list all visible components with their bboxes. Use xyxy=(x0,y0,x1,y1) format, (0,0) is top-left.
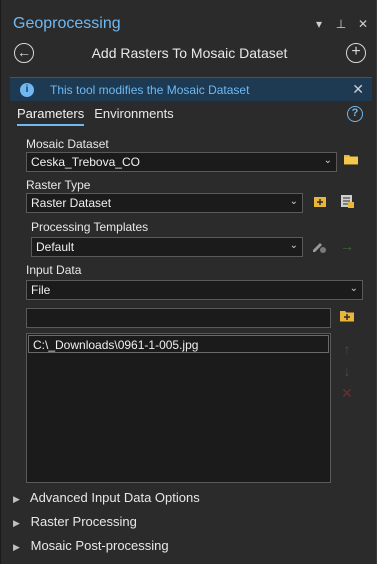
expand-arrow-icon: ▶ xyxy=(13,542,20,552)
move-up-icon[interactable]: ↑ xyxy=(338,340,356,358)
raster-type-properties-icon[interactable] xyxy=(311,193,329,211)
info-banner: i This tool modifies the Mosaic Dataset … xyxy=(10,77,372,101)
plus-icon[interactable]: + xyxy=(346,43,366,63)
browse-add-icon[interactable] xyxy=(338,308,356,326)
tab-parameters[interactable]: Parameters xyxy=(17,106,85,126)
raster-type-value: Raster Dataset xyxy=(31,196,112,210)
tab-environments[interactable]: Environments xyxy=(94,106,173,126)
processing-templates-value: Default xyxy=(36,240,75,254)
tool-header: ← Add Rasters To Mosaic Dataset + xyxy=(1,40,377,68)
info-icon: i xyxy=(20,83,34,97)
mosaic-dataset-label: Mosaic Dataset xyxy=(26,137,109,151)
run-arrow-icon: → xyxy=(340,238,354,254)
tool-title: Add Rasters To Mosaic Dataset xyxy=(91,45,288,61)
remove-icon[interactable]: ✕ xyxy=(338,384,356,402)
raster-type-table-icon[interactable] xyxy=(338,193,356,211)
list-item[interactable]: C:\_Downloads\0961-1-005.jpg xyxy=(28,335,329,353)
edit-template-icon[interactable] xyxy=(310,237,328,255)
chevron-down-icon: ⌄ xyxy=(289,196,298,207)
raster-type-dropdown[interactable]: Raster Dataset ⌄ xyxy=(26,193,303,213)
raster-type-label: Raster Type xyxy=(26,178,91,192)
info-text: This tool modifies the Mosaic Dataset xyxy=(50,83,250,97)
chevron-down-icon: ⌄ xyxy=(349,283,358,294)
input-data-dropdown[interactable]: File ⌄ xyxy=(26,280,363,300)
tabs: Parameters Environments xyxy=(17,106,174,126)
expand-arrow-icon: ▶ xyxy=(13,518,20,528)
pane-title: Geoprocessing xyxy=(13,15,121,32)
section-advanced-input[interactable]: ▶ Advanced Input Data Options xyxy=(13,490,200,508)
chevron-down-icon: ⌄ xyxy=(323,155,332,166)
chevron-down-icon: ⌄ xyxy=(289,240,298,251)
input-data-value: File xyxy=(31,283,51,297)
section-label: Raster Processing xyxy=(30,514,137,529)
processing-templates-dropdown[interactable]: Default ⌄ xyxy=(31,237,303,257)
browse-folder-icon[interactable] xyxy=(342,152,360,170)
geoprocessing-pane: Geoprocessing ▾ ⊥ ✕ ← Add Rasters To Mos… xyxy=(0,0,377,564)
pane-controls: ▾ ⊥ ✕ xyxy=(312,16,370,32)
pin-icon[interactable]: ⊥ xyxy=(334,16,348,32)
input-data-list[interactable]: C:\_Downloads\0961-1-005.jpg xyxy=(26,333,331,483)
input-data-label: Input Data xyxy=(26,263,82,277)
section-mosaic-post-processing[interactable]: ▶ Mosaic Post-processing xyxy=(13,538,169,556)
close-pane-icon[interactable]: ✕ xyxy=(356,16,370,32)
mosaic-dataset-dropdown[interactable]: Ceska_Trebova_CO ⌄ xyxy=(26,152,337,172)
section-label: Mosaic Post-processing xyxy=(30,538,169,553)
pane-menu-icon[interactable]: ▾ xyxy=(312,16,326,32)
input-path-field[interactable] xyxy=(26,308,331,328)
move-down-icon[interactable]: ↓ xyxy=(338,362,356,380)
processing-templates-label: Processing Templates xyxy=(31,220,149,234)
close-banner-icon[interactable]: ✕ xyxy=(352,81,364,98)
mosaic-dataset-value: Ceska_Trebova_CO xyxy=(31,155,140,169)
help-icon[interactable]: ? xyxy=(347,106,363,122)
expand-arrow-icon: ▶ xyxy=(13,494,20,504)
section-raster-processing[interactable]: ▶ Raster Processing xyxy=(13,514,137,532)
pane-header: Geoprocessing ▾ ⊥ ✕ xyxy=(1,12,377,36)
section-label: Advanced Input Data Options xyxy=(29,490,200,505)
